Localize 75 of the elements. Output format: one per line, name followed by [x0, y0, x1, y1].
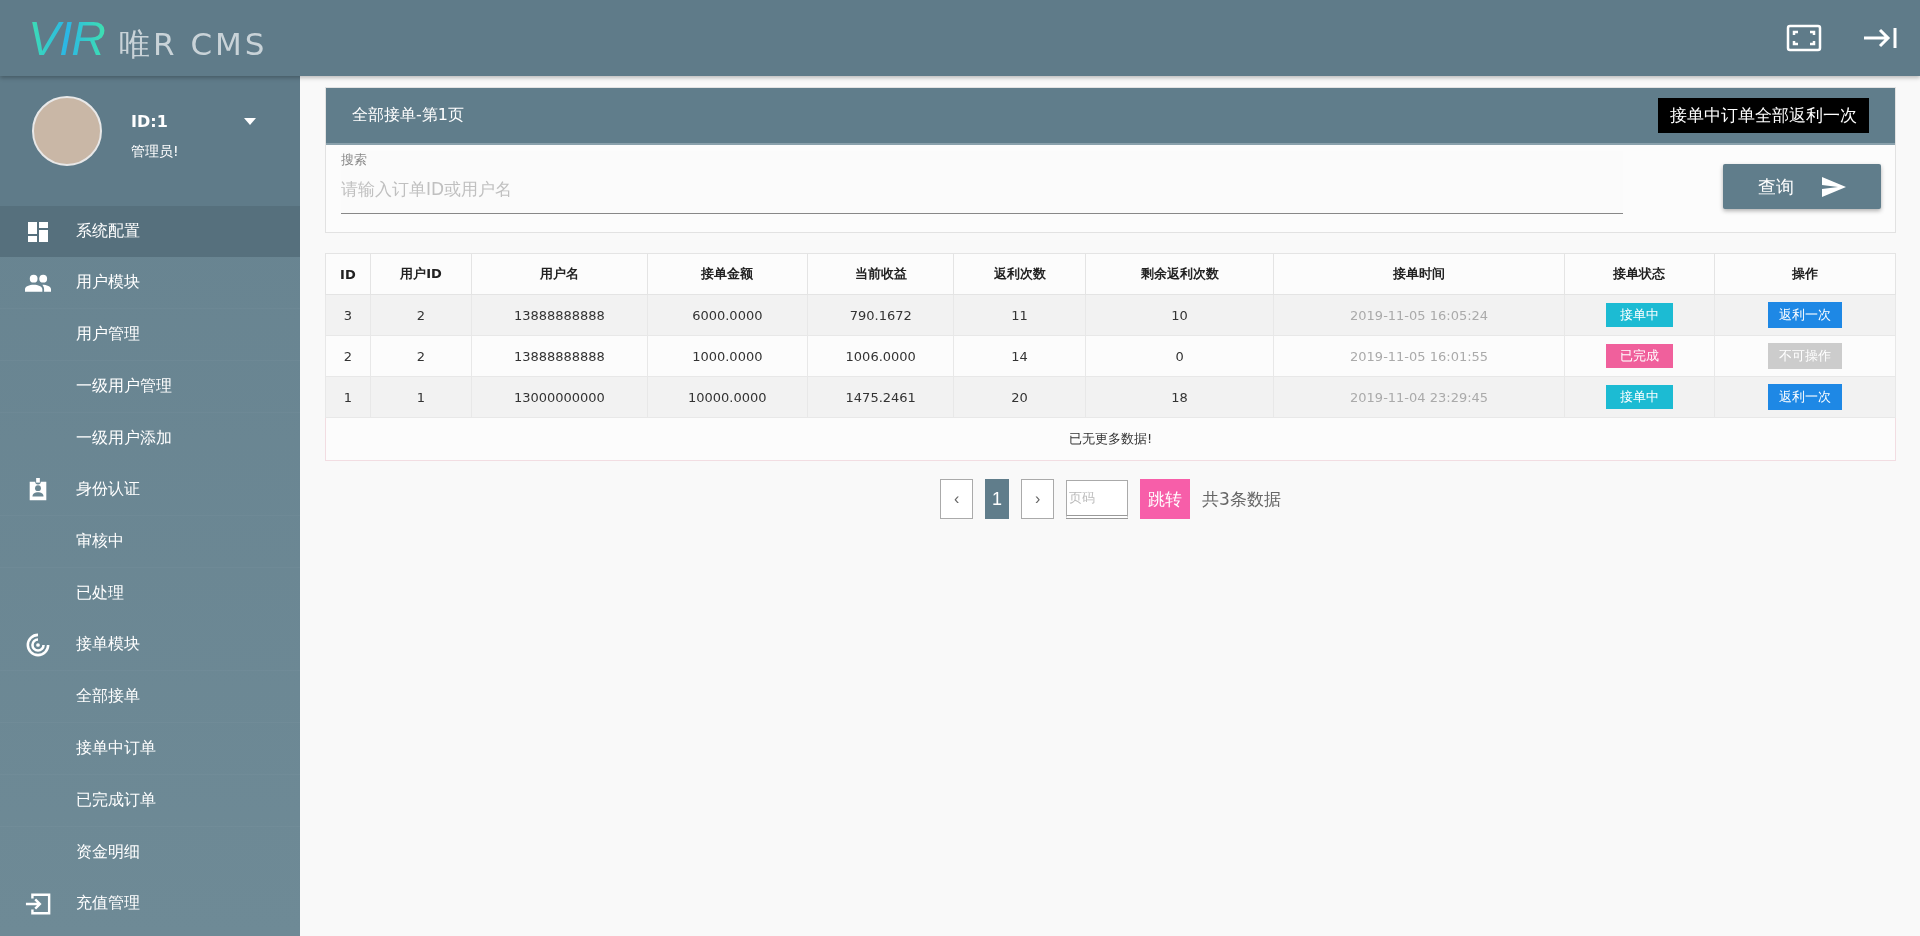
table-cell: 1 [370, 376, 472, 418]
next-page-button[interactable]: › [1021, 479, 1055, 519]
column-header: 剩余返利次数 [1085, 253, 1274, 295]
page-button[interactable]: 1 [985, 479, 1010, 519]
target-icon [25, 632, 51, 657]
caret-icon[interactable] [243, 118, 256, 125]
table-cell: 13888888888 [471, 335, 648, 377]
previous-page-button[interactable]: ‹ [940, 479, 974, 519]
table-cell: 13000000000 [471, 376, 648, 418]
no-more-data-text: 已无更多数据! [325, 417, 1896, 461]
table-cell: 3 [325, 294, 371, 336]
submenu-item[interactable]: 审核中 [0, 515, 300, 567]
panel-title: 全部接单-第1页 [352, 105, 464, 126]
user-id: ID:1 [131, 112, 168, 131]
table-cell: 2 [370, 335, 472, 377]
table-cell: 1006.0000 [807, 335, 954, 377]
search-field[interactable]: 搜索 请输入订单ID或用户名 [341, 151, 1623, 214]
submenu-item[interactable]: 已完成订单 [0, 774, 300, 826]
submenu-item[interactable]: 接单中订单 [0, 722, 300, 774]
table-cell: 6000.0000 [647, 294, 808, 336]
fullscreen-icon[interactable] [1786, 24, 1822, 52]
column-header: 用户ID [370, 253, 472, 295]
submenu-item[interactable]: 全部接单 [0, 670, 300, 722]
table-cell: 1 [325, 376, 371, 418]
submenu-item[interactable]: 一级用户管理 [0, 360, 300, 412]
column-header: 接单状态 [1564, 253, 1715, 295]
menu-item[interactable]: 用户模块 [0, 257, 300, 308]
table-cell: 10 [1085, 294, 1274, 336]
table-cell: 2019-11-04 23:29:45 [1273, 376, 1565, 418]
dashboard-icon [25, 219, 51, 244]
submenu-item[interactable]: 用户管理 [0, 308, 300, 360]
submenu-item[interactable]: 资金明细 [0, 826, 300, 878]
status-badge: 接单中 [1605, 385, 1673, 409]
page-input[interactable]: 页码 [1066, 479, 1129, 519]
table-cell: 14 [953, 335, 1086, 377]
table-cell: 1000.0000 [647, 335, 808, 377]
rebate-button[interactable]: 返利一次 [1768, 302, 1842, 328]
table-cell: 2019-11-05 16:01:55 [1273, 335, 1565, 377]
menu-item[interactable]: 身份认证 [0, 464, 300, 515]
menu-item[interactable]: 充值管理 [0, 878, 300, 929]
column-header: 接单时间 [1273, 253, 1565, 295]
table-cell: 2019-11-05 16:05:24 [1273, 294, 1565, 336]
table-cell: 0 [1085, 335, 1274, 377]
table-cell: 20 [953, 376, 1086, 418]
menu-item[interactable]: 接单模块 [0, 619, 300, 670]
status-badge: 接单中 [1605, 303, 1673, 327]
table-cell: 18 [1085, 376, 1274, 418]
column-header: 当前收益 [807, 253, 954, 295]
table-cell: 2 [370, 294, 472, 336]
jump-button[interactable]: 跳转 [1140, 479, 1191, 519]
column-header: ID [325, 253, 371, 295]
table-cell: 2 [325, 335, 371, 377]
column-header: 返利次数 [953, 253, 1086, 295]
login-icon [25, 891, 51, 916]
column-header: 用户名 [471, 253, 648, 295]
user-role: 管理员! [131, 143, 180, 161]
total-count: 共3条数据 [1202, 487, 1281, 511]
submenu-item[interactable]: 已处理 [0, 567, 300, 619]
status-badge: 已完成 [1605, 344, 1673, 368]
rebate-button[interactable]: 返利一次 [1768, 384, 1842, 410]
column-header: 操作 [1714, 253, 1896, 295]
rebate-all-button[interactable]: 接单中订单全部返利一次 [1658, 98, 1869, 133]
submenu-item[interactable]: 一级用户添加 [0, 412, 300, 464]
search-label: 搜索 [341, 151, 368, 169]
menu-item[interactable]: 系统配置 [0, 206, 300, 257]
column-header: 接单金额 [647, 253, 808, 295]
table-cell: 11 [953, 294, 1086, 336]
table-cell: 10000.0000 [647, 376, 808, 418]
logo-text: 唯R CMS [119, 24, 268, 64]
search-input[interactable]: 请输入订单ID或用户名 [341, 169, 1623, 213]
table-cell: 1475.2461 [807, 376, 954, 418]
table-cell: 13888888888 [471, 294, 648, 336]
send-icon [1822, 176, 1846, 197]
table-cell: 790.1672 [807, 294, 954, 336]
query-button[interactable]: 查询 [1723, 164, 1881, 209]
